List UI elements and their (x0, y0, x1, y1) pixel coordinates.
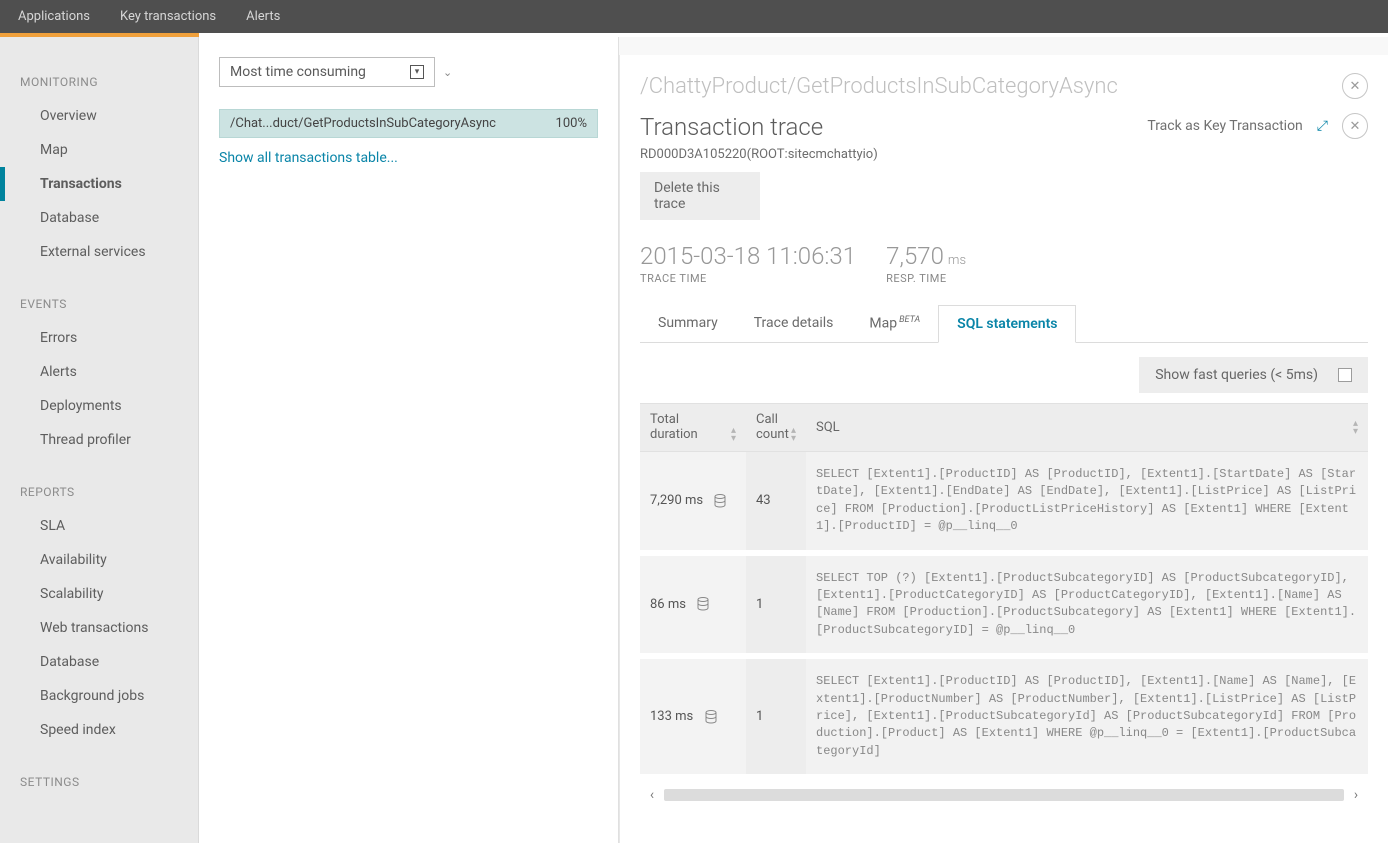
sidebar-header-reports: REPORTS (0, 477, 198, 509)
nav-key-transactions[interactable]: Key transactions (120, 9, 216, 24)
sidebar-item-alerts[interactable]: Alerts (0, 355, 198, 389)
sidebar-item-thread-profiler[interactable]: Thread profiler (0, 423, 198, 457)
col-total-duration[interactable]: Total duration ▴▾ (640, 404, 746, 452)
show-all-link[interactable]: Show all transactions table... (219, 150, 598, 166)
table-row[interactable]: 7,290 ms 43 SELECT [Extent1].[ProductID]… (640, 452, 1368, 553)
tab-map[interactable]: MapBETA (851, 305, 938, 342)
sql-table: Total duration ▴▾ Call count ▴▾ SQL ▴▾ (640, 403, 1368, 780)
sql-text: SELECT [Extent1].[ProductID] AS [Product… (816, 673, 1358, 760)
resp-time-label: RESP. TIME (886, 272, 966, 285)
sidebar-item-errors[interactable]: Errors (0, 321, 198, 355)
sql-text: SELECT TOP (?) [Extent1].[ProductSubcate… (816, 570, 1358, 640)
top-nav: Applications Key transactions Alerts (0, 0, 1388, 33)
col-sql[interactable]: SQL ▴▾ (806, 404, 1368, 452)
sort-icon: ▴▾ (1353, 420, 1358, 436)
resp-time-value: 7,570 (886, 242, 944, 270)
sidebar-item-deployments[interactable]: Deployments (0, 389, 198, 423)
trace-subtitle: RD000D3A105220(ROOT:sitecmchattyio) (640, 147, 878, 162)
sidebar-item-overview[interactable]: Overview (0, 99, 198, 133)
tab-sql-statements[interactable]: SQL statements (938, 305, 1076, 343)
call-count-value: 1 (746, 553, 806, 657)
sidebar-item-transactions[interactable]: Transactions (0, 167, 198, 201)
sort-dropdown[interactable]: Most time consuming ▾ (219, 57, 435, 87)
trace-tabs: Summary Trace details MapBETA SQL statem… (640, 305, 1368, 343)
sidebar: MONITORING Overview Map Transactions Dat… (0, 37, 199, 843)
tab-summary[interactable]: Summary (640, 305, 736, 342)
fast-queries-toggle[interactable]: Show fast queries (< 5ms) (1139, 357, 1368, 393)
beta-badge: BETA (899, 315, 920, 325)
resp-time-unit: ms (948, 253, 966, 268)
table-row[interactable]: 133 ms 1 SELECT [Extent1].[ProductID] AS… (640, 656, 1368, 777)
sidebar-item-database[interactable]: Database (0, 201, 198, 235)
sidebar-item-external-services[interactable]: External services (0, 235, 198, 269)
pager: ‹ › (640, 786, 1368, 804)
pager-scrollbar[interactable] (664, 789, 1344, 801)
sidebar-header-events: EVENTS (0, 289, 198, 321)
sidebar-item-sla[interactable]: SLA (0, 509, 198, 543)
chevron-down-icon: ▾ (410, 65, 424, 79)
col-call-count[interactable]: Call count ▴▾ (746, 404, 806, 452)
sidebar-item-speed-index[interactable]: Speed index (0, 713, 198, 747)
close-icon: ✕ (1350, 79, 1361, 94)
trace-time-value: 2015-03-18 11:06:31 (640, 242, 856, 270)
sort-icon: ▴▾ (791, 427, 796, 443)
call-count-value: 43 (746, 452, 806, 553)
transaction-name: /Chat...duct/GetProductsInSubCategoryAsy… (230, 116, 496, 131)
sidebar-item-map[interactable]: Map (0, 133, 198, 167)
delete-trace-button[interactable]: Delete this trace (640, 172, 760, 220)
trace-panel: /ChattyProduct/GetProductsInSubCategoryA… (619, 37, 1388, 843)
table-row[interactable]: 86 ms 1 SELECT TOP (?) [Extent1].[Produc… (640, 553, 1368, 657)
pager-next-button[interactable]: › (1344, 786, 1368, 804)
database-icon (697, 597, 709, 611)
database-icon (714, 494, 726, 508)
duration-value: 133 ms (650, 709, 693, 724)
close-trace-button[interactable]: ✕ (1342, 113, 1368, 139)
sort-icon: ▴▾ (731, 427, 736, 443)
transaction-row[interactable]: /Chat...duct/GetProductsInSubCategoryAsy… (219, 109, 598, 138)
sidebar-item-scalability[interactable]: Scalability (0, 577, 198, 611)
close-icon: ✕ (1350, 119, 1361, 134)
nav-applications[interactable]: Applications (18, 9, 90, 24)
sidebar-item-database-report[interactable]: Database (0, 645, 198, 679)
duration-value: 7,290 ms (650, 493, 703, 508)
trace-title: Transaction trace (640, 113, 878, 141)
breadcrumb: /ChattyProduct/GetProductsInSubCategoryA… (640, 74, 1118, 99)
transaction-percent: 100% (556, 116, 587, 131)
pager-prev-button[interactable]: ‹ (640, 786, 664, 804)
track-key-transaction-link[interactable]: Track as Key Transaction (1147, 118, 1302, 134)
expand-icon[interactable]: ⤢ (1317, 118, 1328, 134)
trace-time-label: TRACE TIME (640, 272, 856, 285)
call-count-value: 1 (746, 656, 806, 777)
sidebar-header-monitoring: MONITORING (0, 67, 198, 99)
checkbox-icon (1338, 368, 1352, 382)
expand-caret-icon[interactable]: ⌄ (443, 66, 452, 79)
close-panel-button[interactable]: ✕ (1342, 73, 1368, 99)
sidebar-item-availability[interactable]: Availability (0, 543, 198, 577)
nav-alerts[interactable]: Alerts (246, 9, 280, 24)
fast-queries-label: Show fast queries (< 5ms) (1155, 367, 1318, 383)
sidebar-header-settings: SETTINGS (0, 767, 198, 799)
sort-dropdown-label: Most time consuming (230, 64, 366, 80)
database-icon (705, 710, 717, 724)
tab-trace-details[interactable]: Trace details (736, 305, 852, 342)
transactions-column: Most time consuming ▾ ⌄ /Chat...duct/Get… (199, 37, 619, 843)
sql-text: SELECT [Extent1].[ProductID] AS [Product… (816, 466, 1358, 536)
sidebar-item-background-jobs[interactable]: Background jobs (0, 679, 198, 713)
duration-value: 86 ms (650, 597, 686, 612)
sidebar-item-web-transactions[interactable]: Web transactions (0, 611, 198, 645)
